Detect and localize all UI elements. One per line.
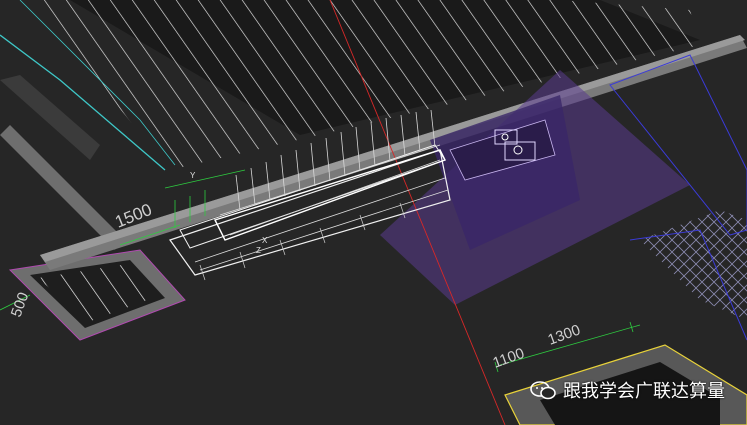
dimension-1300: 1300 xyxy=(546,321,583,348)
wall-left xyxy=(0,75,120,250)
wechat-icon xyxy=(530,381,556,400)
axis-label-z: Z xyxy=(256,246,261,255)
axis-label-y: Y xyxy=(190,171,196,180)
hatched-room-left xyxy=(8,249,186,341)
watermark-text: 跟我学会广联达算量 xyxy=(563,381,725,402)
axis-label-x: X xyxy=(262,236,268,245)
dimension-1100: 1100 xyxy=(491,345,527,372)
dimension-500: 500 xyxy=(8,290,33,319)
cad-3d-viewport[interactable]: 1500 500 1100 1300 X Y Z xyxy=(0,0,747,425)
watermark: 跟我学会广联达算量 xyxy=(529,377,725,403)
